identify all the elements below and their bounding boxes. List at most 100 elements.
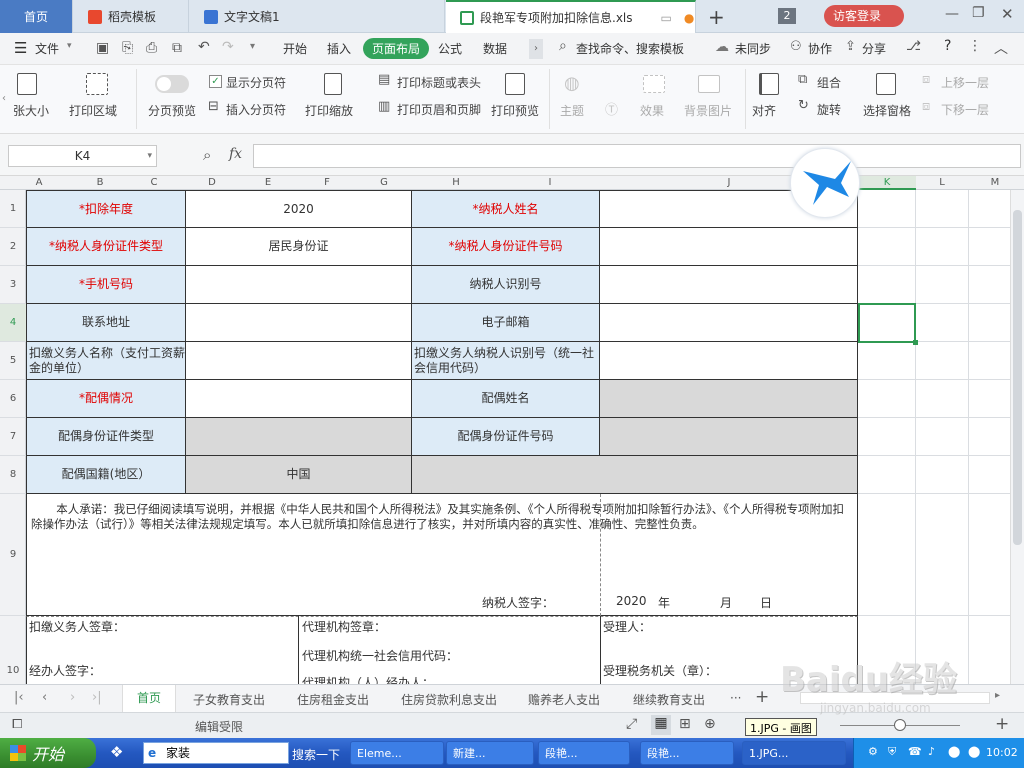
window-icon[interactable]: ▭ bbox=[661, 11, 672, 25]
row-header[interactable]: 4 bbox=[0, 304, 26, 342]
fx-button[interactable]: fx bbox=[229, 146, 242, 162]
zoom-in-icon[interactable]: + bbox=[995, 714, 1009, 734]
cell-spouse-status[interactable] bbox=[186, 380, 412, 418]
theme-button[interactable]: 主题 bbox=[560, 102, 584, 119]
print-scale-icon[interactable] bbox=[324, 73, 342, 95]
column-header[interactable]: A bbox=[26, 176, 52, 190]
insert-page-break-button[interactable]: 插入分页符 bbox=[226, 101, 286, 118]
print-area-button[interactable]: 打印区域 bbox=[69, 102, 117, 119]
column-header[interactable]: M bbox=[968, 176, 1022, 190]
paper-size-button[interactable]: 张大小 bbox=[13, 102, 49, 119]
column-header[interactable]: E bbox=[238, 176, 298, 190]
normal-view-icon[interactable]: ▦ bbox=[651, 715, 671, 735]
taskbar-app-folder[interactable]: 新建... bbox=[446, 741, 534, 765]
row-header[interactable]: 8 bbox=[0, 456, 26, 494]
collaborate-button[interactable]: 协作 bbox=[808, 40, 832, 57]
active-cell-k4[interactable] bbox=[858, 303, 918, 345]
print-titles-button[interactable]: 打印标题或表头 bbox=[397, 74, 481, 91]
page-break-preview-toggle[interactable] bbox=[155, 75, 189, 93]
close-icon[interactable]: ✕ bbox=[1001, 5, 1014, 23]
tools-icon[interactable]: ⎇ bbox=[906, 39, 921, 54]
handler-signature-label[interactable]: 经办人签字： bbox=[29, 662, 101, 679]
tray-icon-4[interactable]: ♪ bbox=[928, 745, 935, 758]
background-image-button[interactable]: 背景图片 bbox=[684, 102, 732, 119]
row-header[interactable]: 3 bbox=[0, 266, 26, 304]
tab-spreadsheet[interactable]: 段艳军专项附加扣除信息.xls ▭ ● bbox=[446, 0, 696, 33]
background-image-icon[interactable] bbox=[698, 75, 720, 93]
cell-spouse-extra[interactable] bbox=[412, 456, 858, 494]
cell-withholding-agent-label[interactable]: 扣缴义务人名称（支付工资薪金的单位） bbox=[26, 342, 186, 380]
menu-hamburger-icon[interactable]: ☰ bbox=[14, 39, 27, 57]
search-commands[interactable]: 查找命令、搜索模板 bbox=[576, 40, 684, 57]
align-button[interactable]: 对齐 bbox=[752, 102, 776, 119]
header-footer-button[interactable]: 打印页眉和页脚 bbox=[397, 101, 481, 118]
column-header[interactable]: C bbox=[122, 176, 186, 190]
cell-spouse-status-label[interactable]: *配偶情况 bbox=[26, 380, 186, 418]
theme-icon[interactable]: ◍ bbox=[564, 73, 580, 94]
effect-icon[interactable] bbox=[643, 75, 665, 93]
taskbar-app-paint[interactable]: 1.JPG... bbox=[742, 741, 846, 765]
paper-size-icon[interactable] bbox=[17, 73, 37, 95]
cell-phone[interactable] bbox=[186, 266, 412, 304]
sheet-tab-elderly[interactable]: 赡养老人支出 bbox=[528, 691, 600, 708]
cell-phone-label[interactable]: *手机号码 bbox=[26, 266, 186, 304]
tax-office-seal-label[interactable]: 受理税务机关（章）： bbox=[603, 662, 717, 679]
cell-deduction-year-label[interactable]: *扣除年度 bbox=[26, 190, 186, 228]
cell-taxpayer-id[interactable] bbox=[600, 266, 858, 304]
cell-email[interactable] bbox=[600, 304, 858, 342]
sheet-tab-rent[interactable]: 住房租金支出 bbox=[297, 691, 369, 708]
scroll-thumb[interactable] bbox=[1013, 210, 1022, 545]
share-button[interactable]: 分享 bbox=[862, 40, 886, 57]
send-backward-button[interactable]: 下移一层 bbox=[941, 101, 989, 118]
header-footer-icon[interactable]: ▥ bbox=[378, 99, 390, 114]
align-icon[interactable] bbox=[759, 73, 779, 95]
print-area-icon[interactable] bbox=[86, 73, 108, 95]
cell-spouse-id-number[interactable] bbox=[600, 418, 858, 456]
column-header[interactable]: F bbox=[298, 176, 356, 190]
scroll-right-icon[interactable]: ▸ bbox=[995, 690, 1000, 701]
cell-taxpayer-id-label[interactable]: 纳税人识别号 bbox=[412, 266, 600, 304]
add-sheet-icon[interactable]: + bbox=[755, 687, 769, 707]
row-header[interactable]: 6 bbox=[0, 380, 26, 418]
page-break-preview-button[interactable]: 分页预览 bbox=[148, 102, 196, 119]
zoom-slider-thumb[interactable] bbox=[894, 719, 906, 731]
taskbar-app-doc1[interactable]: 段艳... bbox=[538, 741, 630, 765]
cell-email-label[interactable]: 电子邮箱 bbox=[412, 304, 600, 342]
search-go-button[interactable]: 搜索一下 bbox=[292, 746, 340, 763]
column-header[interactable]: D bbox=[186, 176, 238, 190]
tab-home[interactable]: 首页 bbox=[0, 0, 73, 33]
zoom-icon[interactable]: ⌕ bbox=[203, 146, 211, 164]
bring-forward-icon[interactable]: ⧈ bbox=[922, 72, 930, 87]
font-theme-icon[interactable]: Ⓣ bbox=[605, 99, 618, 118]
print-preview-icon[interactable]: ⧉ bbox=[172, 40, 182, 56]
bring-forward-button[interactable]: 上移一层 bbox=[941, 74, 989, 91]
sheet-tab-continuing-education[interactable]: 继续教育支出 bbox=[633, 691, 705, 708]
restore-icon[interactable]: ❐ bbox=[972, 5, 985, 21]
edit-restricted-status[interactable]: 编辑受限 bbox=[195, 718, 243, 735]
tray-icon-6[interactable]: ⬤ bbox=[968, 745, 980, 758]
fullscreen-icon[interactable]: ⤢ bbox=[626, 716, 637, 732]
insert-page-break-icon[interactable]: ⊟ bbox=[208, 99, 219, 114]
cell-spouse-id-number-label[interactable]: 配偶身份证件号码 bbox=[412, 418, 600, 456]
column-header[interactable]: B bbox=[78, 176, 122, 190]
macro-icon[interactable]: ⧠ bbox=[12, 717, 22, 732]
column-header[interactable]: K bbox=[858, 176, 916, 190]
sheet-tab-home[interactable]: 首页 bbox=[122, 685, 177, 712]
export-icon[interactable]: ⎘ bbox=[122, 40, 133, 56]
cell-spouse-name-label[interactable]: 配偶姓名 bbox=[412, 380, 600, 418]
menu-scroll-right-icon[interactable]: › bbox=[529, 39, 543, 59]
tab-count-badge[interactable]: 2 bbox=[778, 8, 796, 24]
minimize-icon[interactable]: — bbox=[945, 6, 959, 22]
cell-taxpayer-name-label[interactable]: *纳税人姓名 bbox=[412, 190, 600, 228]
name-box[interactable]: K4 ▾ bbox=[8, 145, 157, 167]
page-break-view-icon[interactable]: ⊞ bbox=[679, 716, 691, 732]
quicklaunch-icon[interactable]: ❖ bbox=[110, 743, 123, 761]
row-header[interactable]: 10 bbox=[0, 616, 26, 684]
horizontal-scrollbar[interactable] bbox=[800, 692, 990, 704]
more-icon[interactable]: ⋮ bbox=[968, 38, 982, 54]
cell-pledge[interactable]: 本人承诺：我已仔细阅读填写说明，并根据《中华人民共和国个人所得税法》及其实施条例… bbox=[26, 494, 858, 616]
ie-address-box[interactable]: e 家装 bbox=[143, 742, 289, 764]
withholding-seal-label[interactable]: 扣缴义务人签章： bbox=[29, 618, 125, 635]
floating-assistant-icon[interactable] bbox=[790, 148, 860, 218]
cell-withholding-agent[interactable] bbox=[186, 342, 412, 380]
